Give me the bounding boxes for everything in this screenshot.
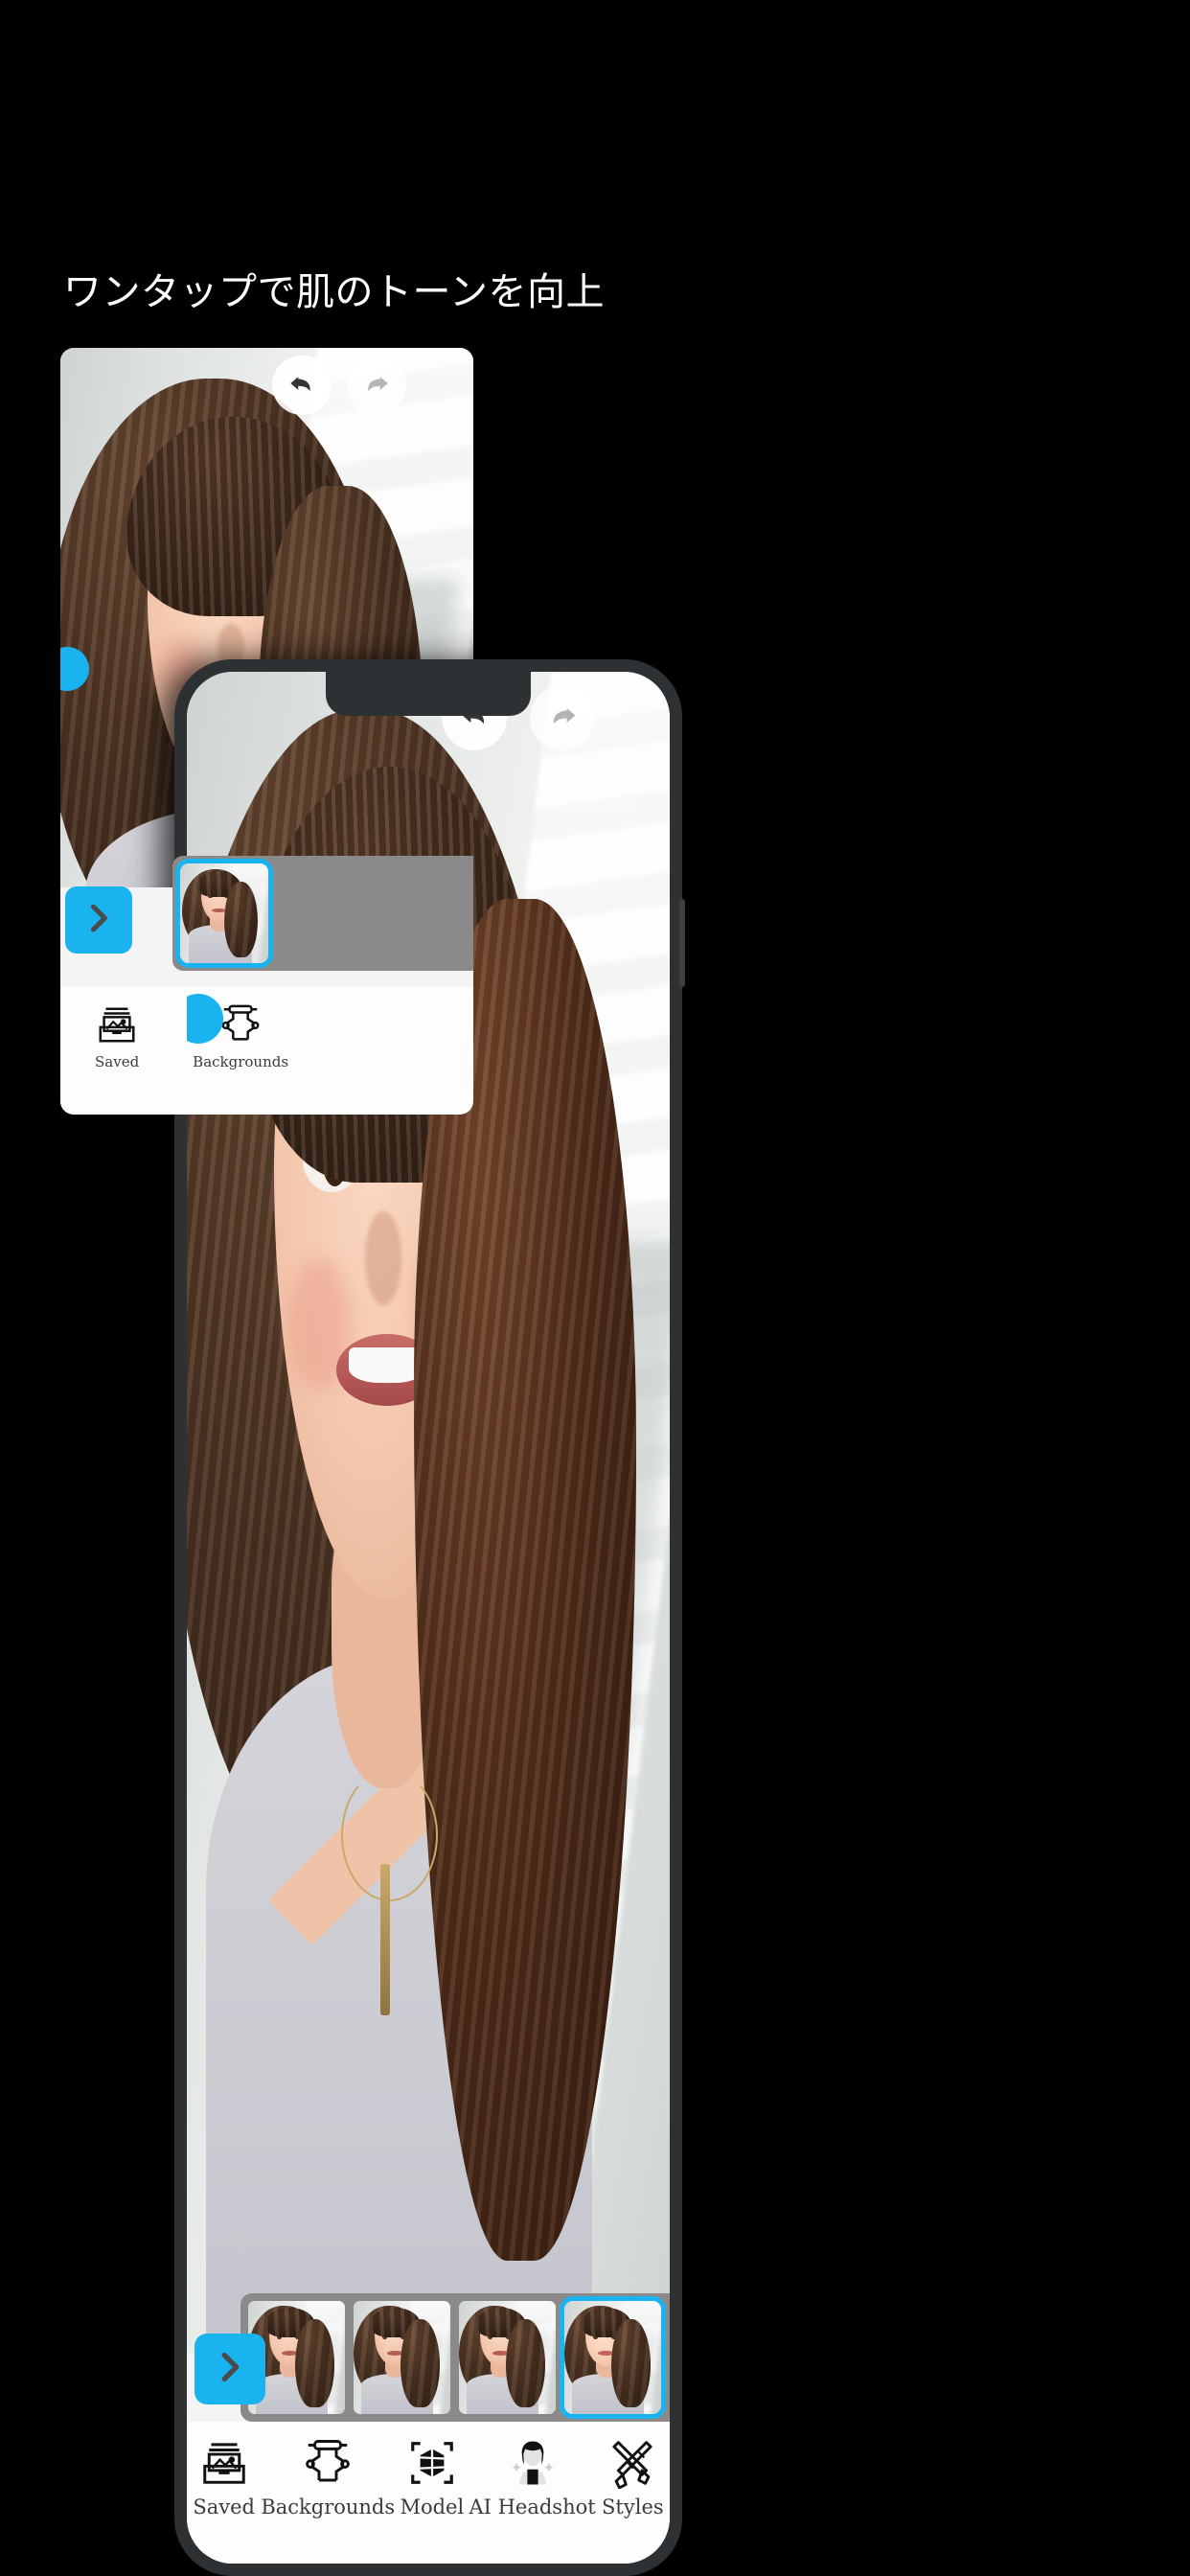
thumbnail-item[interactable] [180, 863, 268, 963]
ai-headshot-icon [507, 2437, 559, 2489]
nav-item-saved[interactable]: Saved [95, 1002, 139, 1070]
redo-arrow-icon [362, 369, 391, 402]
nav-item-ai-headshot[interactable]: AI Headshot [469, 2437, 596, 2518]
front-phone-thumbnail-strip[interactable] [240, 2293, 670, 2422]
nav-item-saved[interactable]: Saved [187, 2437, 261, 2518]
backgrounds-icon [302, 2437, 354, 2489]
back-phone-thumbnail-strip[interactable] [172, 856, 473, 971]
backgrounds-icon [218, 1002, 263, 1046]
nav-label: Saved [95, 1053, 140, 1070]
redo-arrow-icon [547, 700, 579, 736]
model-cube-icon [406, 2437, 458, 2489]
nav-label: AI Headshot [469, 2496, 596, 2518]
saved-photos-icon [95, 1002, 139, 1046]
thumbnail-item[interactable] [354, 2301, 450, 2414]
nav-label: Backgrounds [193, 1053, 289, 1070]
nav-label: Model [400, 2496, 465, 2518]
redo-button[interactable] [530, 685, 595, 750]
phone-notch [326, 672, 531, 716]
nav-label: Styles [602, 2496, 664, 2518]
nav-item-model[interactable]: Model [395, 2437, 469, 2518]
nav-label: Saved [193, 2496, 255, 2518]
back-phone-apply-button[interactable] [65, 886, 132, 954]
nav-item-backgrounds[interactable]: Backgrounds [261, 2437, 395, 2518]
chevron-right-icon [80, 900, 117, 941]
undo-button[interactable] [272, 356, 332, 415]
redo-button[interactable] [347, 356, 406, 415]
thumbnail-item-selected[interactable] [564, 2301, 661, 2414]
chevron-right-icon [211, 2348, 249, 2391]
front-phone-navbar[interactable]: Saved Backgrounds Model AI Headshot Styl… [187, 2422, 670, 2564]
nav-item-styles[interactable]: Styles [596, 2437, 670, 2518]
front-phone-apply-button[interactable] [195, 2334, 265, 2404]
page-title: ワンタップで肌のトーンを向上 [63, 270, 605, 314]
styles-pencil-brush-icon [606, 2437, 658, 2489]
undo-arrow-icon [287, 369, 316, 402]
back-phone-navbar[interactable]: Saved Backgrounds [60, 987, 473, 1115]
saved-photos-icon [198, 2437, 250, 2489]
nav-label: Backgrounds [261, 2496, 396, 2518]
phone-side-button[interactable] [679, 899, 685, 987]
thumbnail-item[interactable] [459, 2301, 556, 2414]
